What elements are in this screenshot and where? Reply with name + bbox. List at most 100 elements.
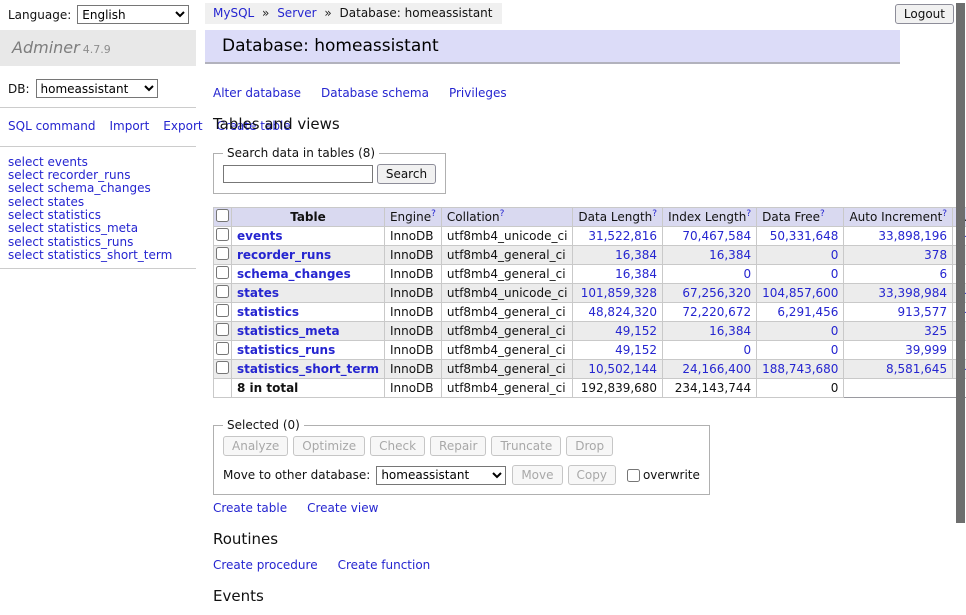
table-name-cell: statistics_meta	[232, 322, 385, 341]
column-header-data-free[interactable]: Data Free?	[757, 208, 844, 227]
engine-help-link[interactable]: ?	[431, 209, 436, 219]
row-checkbox-states[interactable]	[216, 285, 229, 298]
sidebar-action-sql-command[interactable]: SQL command	[8, 119, 95, 133]
auto-increment-link-states[interactable]: 33,398,984	[878, 286, 947, 300]
data-free-help-link[interactable]: ?	[820, 209, 825, 219]
language-select[interactable]: English	[77, 5, 189, 24]
data-free-link-statistics[interactable]: 6,291,456	[777, 305, 838, 319]
scrollbar-thumb[interactable]	[956, 3, 965, 523]
column-header-data-length[interactable]: Data Length?	[573, 208, 663, 227]
table-link-schema-changes[interactable]: schema_changes	[237, 267, 351, 281]
table-link-statistics-short-term[interactable]: statistics_short_term	[237, 362, 379, 376]
link-alter-database[interactable]: Alter database	[213, 86, 301, 100]
link-create-table[interactable]: Create table	[213, 501, 287, 515]
data-free-cell: 50,331,648	[757, 227, 844, 246]
index-length-link-schema-changes[interactable]: 0	[743, 267, 751, 281]
table-row-statistics: statisticsInnoDButf8mb4_general_ci48,824…	[214, 303, 966, 322]
search-legend: Search data in tables (8)	[223, 146, 379, 160]
index-length-link-recorder-runs[interactable]: 16,384	[709, 248, 751, 262]
search-input[interactable]	[223, 165, 373, 183]
data-length-link-events[interactable]: 31,522,816	[588, 229, 657, 243]
table-link-states[interactable]: states	[237, 286, 279, 300]
index-length-link-statistics-runs[interactable]: 0	[743, 343, 751, 357]
overwrite-checkbox[interactable]	[627, 469, 640, 482]
table-link-statistics-runs[interactable]: statistics_runs	[237, 343, 335, 357]
auto-increment-link-recorder-runs[interactable]: 378	[924, 248, 947, 262]
auto-increment-link-schema-changes[interactable]: 6	[939, 267, 947, 281]
row-checkbox-statistics-runs[interactable]	[216, 342, 229, 355]
data-length-link-statistics-runs[interactable]: 49,152	[615, 343, 657, 357]
auto-increment-link-events[interactable]: 33,898,196	[878, 229, 947, 243]
sidebar-select-schema-changes[interactable]: select schema_changes	[8, 182, 196, 195]
table-link-statistics-meta[interactable]: statistics_meta	[237, 324, 340, 338]
sidebar-select-statistics-runs[interactable]: select statistics_runs	[8, 236, 196, 249]
sidebar-select-states[interactable]: select states	[8, 196, 196, 209]
column-header-index-length[interactable]: Index Length?	[663, 208, 757, 227]
auto-increment-link-statistics-meta[interactable]: 325	[924, 324, 947, 338]
index-length-link-states[interactable]: 67,256,320	[682, 286, 751, 300]
table-link-recorder-runs[interactable]: recorder_runs	[237, 248, 331, 262]
collation-help-link[interactable]: ?	[500, 209, 505, 219]
data-length-link-statistics[interactable]: 48,824,320	[588, 305, 657, 319]
sidebar-select-statistics-short-term[interactable]: select statistics_short_term	[8, 249, 196, 262]
row-checkbox-statistics[interactable]	[216, 304, 229, 317]
column-header-engine[interactable]: Engine?	[384, 208, 441, 227]
db-select[interactable]: homeassistant	[36, 79, 158, 98]
data-free-link-statistics-meta[interactable]: 0	[831, 324, 839, 338]
breadcrumb-mysql[interactable]: MySQL	[213, 6, 254, 20]
table-link-events[interactable]: events	[237, 229, 283, 243]
sidebar-action-import[interactable]: Import	[109, 119, 149, 133]
data-free-link-states[interactable]: 104,857,600	[762, 286, 838, 300]
row-checkbox-cell	[214, 284, 232, 303]
index-length-link-events[interactable]: 70,467,584	[682, 229, 751, 243]
data-length-link-recorder-runs[interactable]: 16,384	[615, 248, 657, 262]
data-length-help-link[interactable]: ?	[652, 209, 657, 219]
help-sup: ?	[942, 209, 947, 219]
sidebar-select-statistics-meta[interactable]: select statistics_meta	[8, 222, 196, 235]
data-length-link-statistics-meta[interactable]: 49,152	[615, 324, 657, 338]
index-length-link-statistics[interactable]: 72,220,672	[682, 305, 751, 319]
row-checkbox-statistics-short-term[interactable]	[216, 361, 229, 374]
data-free-link-statistics-runs[interactable]: 0	[831, 343, 839, 357]
auto-increment-link-statistics[interactable]: 913,577	[897, 305, 947, 319]
select-all-checkbox[interactable]	[216, 209, 229, 222]
search-button[interactable]: Search	[377, 164, 436, 184]
column-header-table[interactable]: Table	[232, 208, 385, 227]
link-create-function[interactable]: Create function	[338, 558, 431, 572]
index-length-link-statistics-short-term[interactable]: 24,166,400	[682, 362, 751, 376]
link-create-view[interactable]: Create view	[307, 501, 378, 515]
link-privileges[interactable]: Privileges	[449, 86, 507, 100]
index-length-help-link[interactable]: ?	[746, 209, 751, 219]
total-label-cell: 8 in total	[232, 379, 385, 398]
row-checkbox-events[interactable]	[216, 228, 229, 241]
tables-section-title: Tables and views	[213, 115, 913, 133]
data-free-link-schema-changes[interactable]: 0	[831, 267, 839, 281]
data-length-link-schema-changes[interactable]: 16,384	[615, 267, 657, 281]
data-free-link-statistics-short-term[interactable]: 188,743,680	[762, 362, 838, 376]
table-name-cell: statistics_runs	[232, 341, 385, 360]
index-length-link-statistics-meta[interactable]: 16,384	[709, 324, 751, 338]
column-header-collation[interactable]: Collation?	[441, 208, 573, 227]
data-free-link-recorder-runs[interactable]: 0	[831, 248, 839, 262]
data-length-link-statistics-short-term[interactable]: 10,502,144	[588, 362, 657, 376]
sidebar-select-statistics[interactable]: select statistics	[8, 209, 196, 222]
auto-increment-help-link[interactable]: ?	[942, 209, 947, 219]
row-checkbox-statistics-meta[interactable]	[216, 323, 229, 336]
column-header-auto-increment[interactable]: Auto Increment?	[844, 208, 953, 227]
auto-increment-link-statistics-short-term[interactable]: 8,581,645	[886, 362, 947, 376]
sidebar-action-export[interactable]: Export	[163, 119, 202, 133]
sidebar-select-recorder-runs[interactable]: select recorder_runs	[8, 169, 196, 182]
logout-button[interactable]: Logout	[895, 4, 954, 24]
data-free-link-events[interactable]: 50,331,648	[770, 229, 839, 243]
vertical-scrollbar[interactable]	[956, 0, 965, 543]
table-link-statistics[interactable]: statistics	[237, 305, 299, 319]
row-checkbox-recorder-runs[interactable]	[216, 247, 229, 260]
auto-increment-link-statistics-runs[interactable]: 39,999	[905, 343, 947, 357]
breadcrumb-server[interactable]: Server	[277, 6, 316, 20]
link-database-schema[interactable]: Database schema	[321, 86, 429, 100]
row-checkbox-schema-changes[interactable]	[216, 266, 229, 279]
data-length-link-states[interactable]: 101,859,328	[581, 286, 657, 300]
link-create-procedure[interactable]: Create procedure	[213, 558, 318, 572]
sidebar-select-events[interactable]: select events	[8, 156, 196, 169]
move-database-select[interactable]: homeassistant	[376, 466, 506, 485]
